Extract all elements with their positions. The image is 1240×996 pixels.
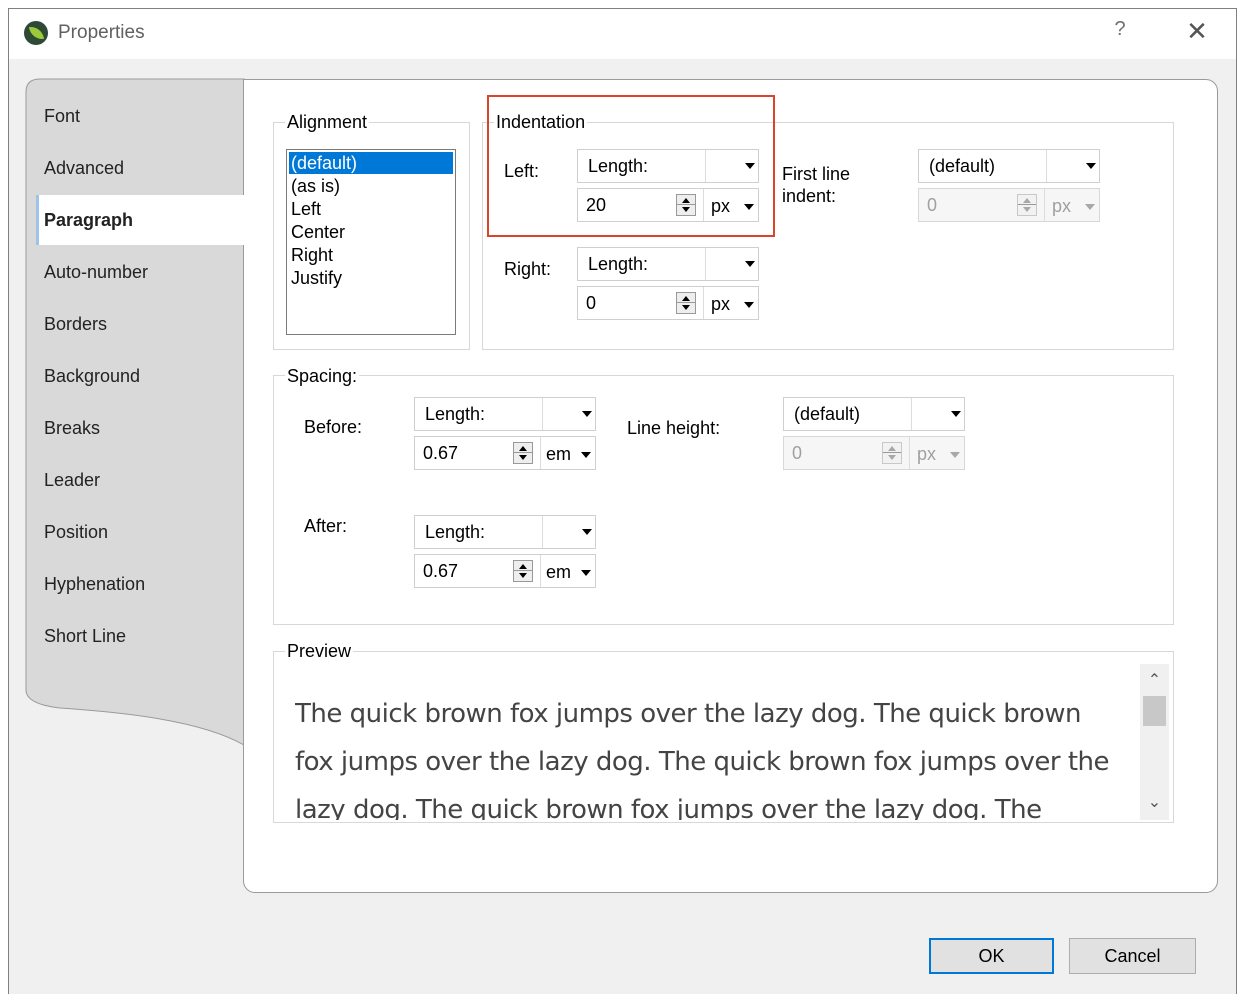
- indent-right-stepper[interactable]: [676, 292, 696, 314]
- unit-separator: [540, 555, 541, 587]
- chevron-down-icon[interactable]: [1086, 163, 1096, 169]
- spacing-after-label: After:: [304, 516, 348, 536]
- tab-short-line[interactable]: Short Line: [44, 626, 126, 647]
- tab-font[interactable]: Font: [44, 106, 80, 127]
- help-button[interactable]: ?: [1108, 18, 1132, 46]
- indent-right-type-value: Length:: [588, 254, 649, 274]
- first-line-indent-type-value: (default): [929, 156, 996, 176]
- line-height-type-value: (default): [794, 404, 861, 424]
- chevron-down-icon: [1085, 204, 1095, 210]
- combo-separator: [705, 248, 706, 280]
- spacing-after-type-value: Length:: [425, 522, 486, 542]
- tab-auto-number[interactable]: Auto-number: [44, 262, 148, 283]
- unit-separator: [703, 287, 704, 319]
- line-height-value: 0: [792, 443, 803, 463]
- tab-paragraph[interactable]: Paragraph: [44, 210, 133, 231]
- alignment-option-right[interactable]: Right: [291, 244, 333, 266]
- preview-scrollbar[interactable]: ⌃ ⌄: [1140, 664, 1169, 820]
- unit-separator: [540, 437, 541, 469]
- combo-separator: [542, 516, 543, 548]
- line-height-stepper: [882, 442, 902, 464]
- indent-right-type-select[interactable]: Length:: [577, 247, 759, 281]
- alignment-listbox[interactable]: (default) (as is) Left Center Right Just…: [286, 149, 456, 335]
- spacing-after-value[interactable]: 0.67: [423, 561, 458, 582]
- cancel-button[interactable]: Cancel: [1069, 938, 1196, 974]
- spacing-after-unit[interactable]: em: [546, 562, 571, 583]
- alignment-option-as-is[interactable]: (as is): [291, 175, 340, 197]
- line-height-label: Line height:: [627, 418, 721, 438]
- spacing-label: Spacing:: [285, 366, 360, 387]
- indent-right-label: Right:: [504, 259, 552, 279]
- chevron-down-icon[interactable]: [951, 411, 961, 417]
- line-height-unit: px: [917, 444, 937, 464]
- first-line-indent-type-select[interactable]: (default): [918, 149, 1100, 183]
- spacing-before-unit[interactable]: em: [546, 444, 571, 465]
- combo-separator: [1046, 150, 1047, 182]
- spacing-before-stepper[interactable]: [513, 442, 533, 464]
- first-line-indent-stepper: [1017, 194, 1037, 216]
- chevron-down-icon[interactable]: [581, 452, 591, 458]
- indent-right-unit[interactable]: px: [711, 294, 730, 315]
- spacing-before-spinner[interactable]: 0.67 em: [414, 436, 596, 470]
- alignment-option-default[interactable]: (default): [291, 152, 357, 174]
- chevron-down-icon[interactable]: [582, 411, 592, 417]
- combo-separator: [911, 398, 912, 430]
- tab-breaks[interactable]: Breaks: [44, 418, 100, 439]
- indent-right-value[interactable]: 0: [586, 293, 596, 314]
- tab-borders[interactable]: Borders: [44, 314, 107, 335]
- alignment-option-center[interactable]: Center: [291, 221, 345, 243]
- tab-hyphenation[interactable]: Hyphenation: [44, 574, 145, 595]
- tab-position[interactable]: Position: [44, 522, 108, 543]
- chevron-down-icon[interactable]: [744, 302, 754, 308]
- first-line-indent-label-2: indent:: [782, 186, 837, 206]
- spacing-after-type-select[interactable]: Length:: [414, 515, 596, 549]
- indent-right-spinner[interactable]: 0 px: [577, 286, 759, 320]
- line-height-type-select[interactable]: (default): [783, 397, 965, 431]
- preview-label: Preview: [285, 641, 354, 662]
- close-icon[interactable]: ✕: [1180, 14, 1214, 48]
- combo-separator: [542, 398, 543, 430]
- spacing-before-value[interactable]: 0.67: [423, 443, 458, 464]
- alignment-option-left[interactable]: Left: [291, 198, 321, 220]
- spacing-group: [273, 375, 1174, 625]
- unit-separator: [909, 437, 910, 469]
- spacing-after-stepper[interactable]: [513, 560, 533, 582]
- tab-advanced[interactable]: Advanced: [44, 158, 124, 179]
- scrollbar-thumb[interactable]: [1143, 696, 1166, 726]
- first-line-indent-label-1: First line: [782, 164, 851, 184]
- first-line-indent-value: 0: [927, 195, 938, 215]
- line-height-spinner: 0 px: [783, 436, 965, 470]
- spacing-before-label: Before:: [304, 417, 363, 437]
- chevron-down-icon[interactable]: [581, 570, 591, 576]
- spacing-after-spinner[interactable]: 0.67 em: [414, 554, 596, 588]
- spacing-before-type-value: Length:: [425, 404, 486, 424]
- chevron-down-icon[interactable]: [582, 529, 592, 535]
- first-line-indent-spinner: 0 px: [918, 188, 1100, 222]
- preview-text: The quick brown fox jumps over the lazy …: [295, 699, 1109, 820]
- ok-button[interactable]: OK: [929, 938, 1054, 974]
- chevron-down-icon: [950, 452, 960, 458]
- unit-separator: [1044, 189, 1045, 221]
- scroll-down-icon[interactable]: ⌄: [1140, 792, 1169, 812]
- spacing-before-type-select[interactable]: Length:: [414, 397, 596, 431]
- alignment-option-justify[interactable]: Justify: [291, 267, 342, 289]
- alignment-label: Alignment: [285, 112, 370, 133]
- first-line-indent-unit: px: [1052, 196, 1072, 216]
- tab-background[interactable]: Background: [44, 366, 140, 387]
- chevron-down-icon[interactable]: [745, 261, 755, 267]
- scroll-up-icon[interactable]: ⌃: [1140, 670, 1169, 690]
- highlight-box: [487, 95, 775, 237]
- tab-leader[interactable]: Leader: [44, 470, 100, 491]
